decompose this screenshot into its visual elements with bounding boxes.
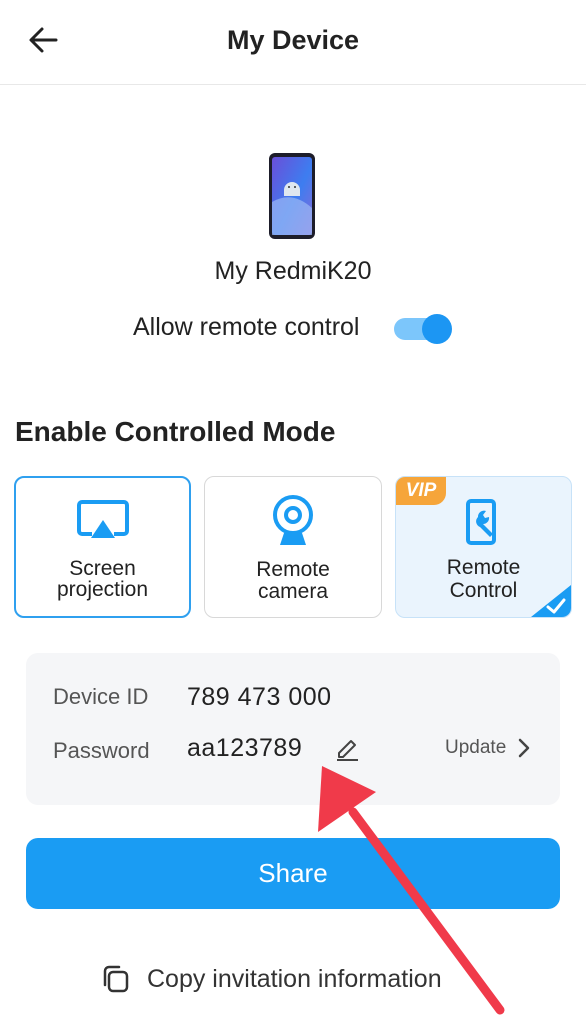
password-label: Password	[53, 738, 150, 763]
mode-card-remote-control[interactable]: VIP Remote Control	[395, 476, 572, 618]
share-button[interactable]: Share	[26, 838, 560, 909]
copy-invitation-label: Copy invitation information	[147, 965, 442, 993]
pencil-icon[interactable]	[334, 735, 360, 761]
mode-label-line2: camera	[257, 580, 329, 603]
page-title: My Device	[226, 25, 360, 55]
device-name: My RedmiK20	[214, 257, 372, 285]
phone-wrench-icon	[465, 499, 496, 545]
webcam-icon	[273, 495, 313, 545]
allow-remote-label: Allow remote control	[133, 313, 360, 341]
toggle-knob	[422, 314, 452, 344]
section-title: Enable Controlled Mode	[15, 416, 336, 447]
mode-card-screen-projection[interactable]: Screen projection	[14, 476, 191, 618]
device-id-value: 789 473 000	[187, 683, 332, 711]
checkmark-icon	[531, 585, 571, 617]
update-link[interactable]: Update	[445, 735, 506, 761]
header-bar: My Device	[0, 0, 586, 85]
device-id-label: Device ID	[53, 684, 149, 709]
mode-card-remote-camera[interactable]: Remote camera	[204, 476, 382, 618]
vip-badge: VIP	[396, 477, 446, 505]
phone-device-icon	[269, 153, 315, 239]
mode-label-line1: Screen	[69, 557, 136, 580]
password-value: aa123789	[187, 734, 303, 762]
mode-label-line1: Remote	[446, 556, 521, 579]
chevron-right-icon[interactable]	[516, 738, 532, 758]
copy-icon	[103, 965, 129, 993]
device-info-panel	[26, 653, 560, 805]
screen-cast-icon	[76, 500, 129, 538]
mode-label-line1: Remote	[256, 558, 330, 581]
allow-remote-toggle[interactable]	[392, 313, 454, 344]
mode-label-line2: projection	[56, 578, 149, 601]
